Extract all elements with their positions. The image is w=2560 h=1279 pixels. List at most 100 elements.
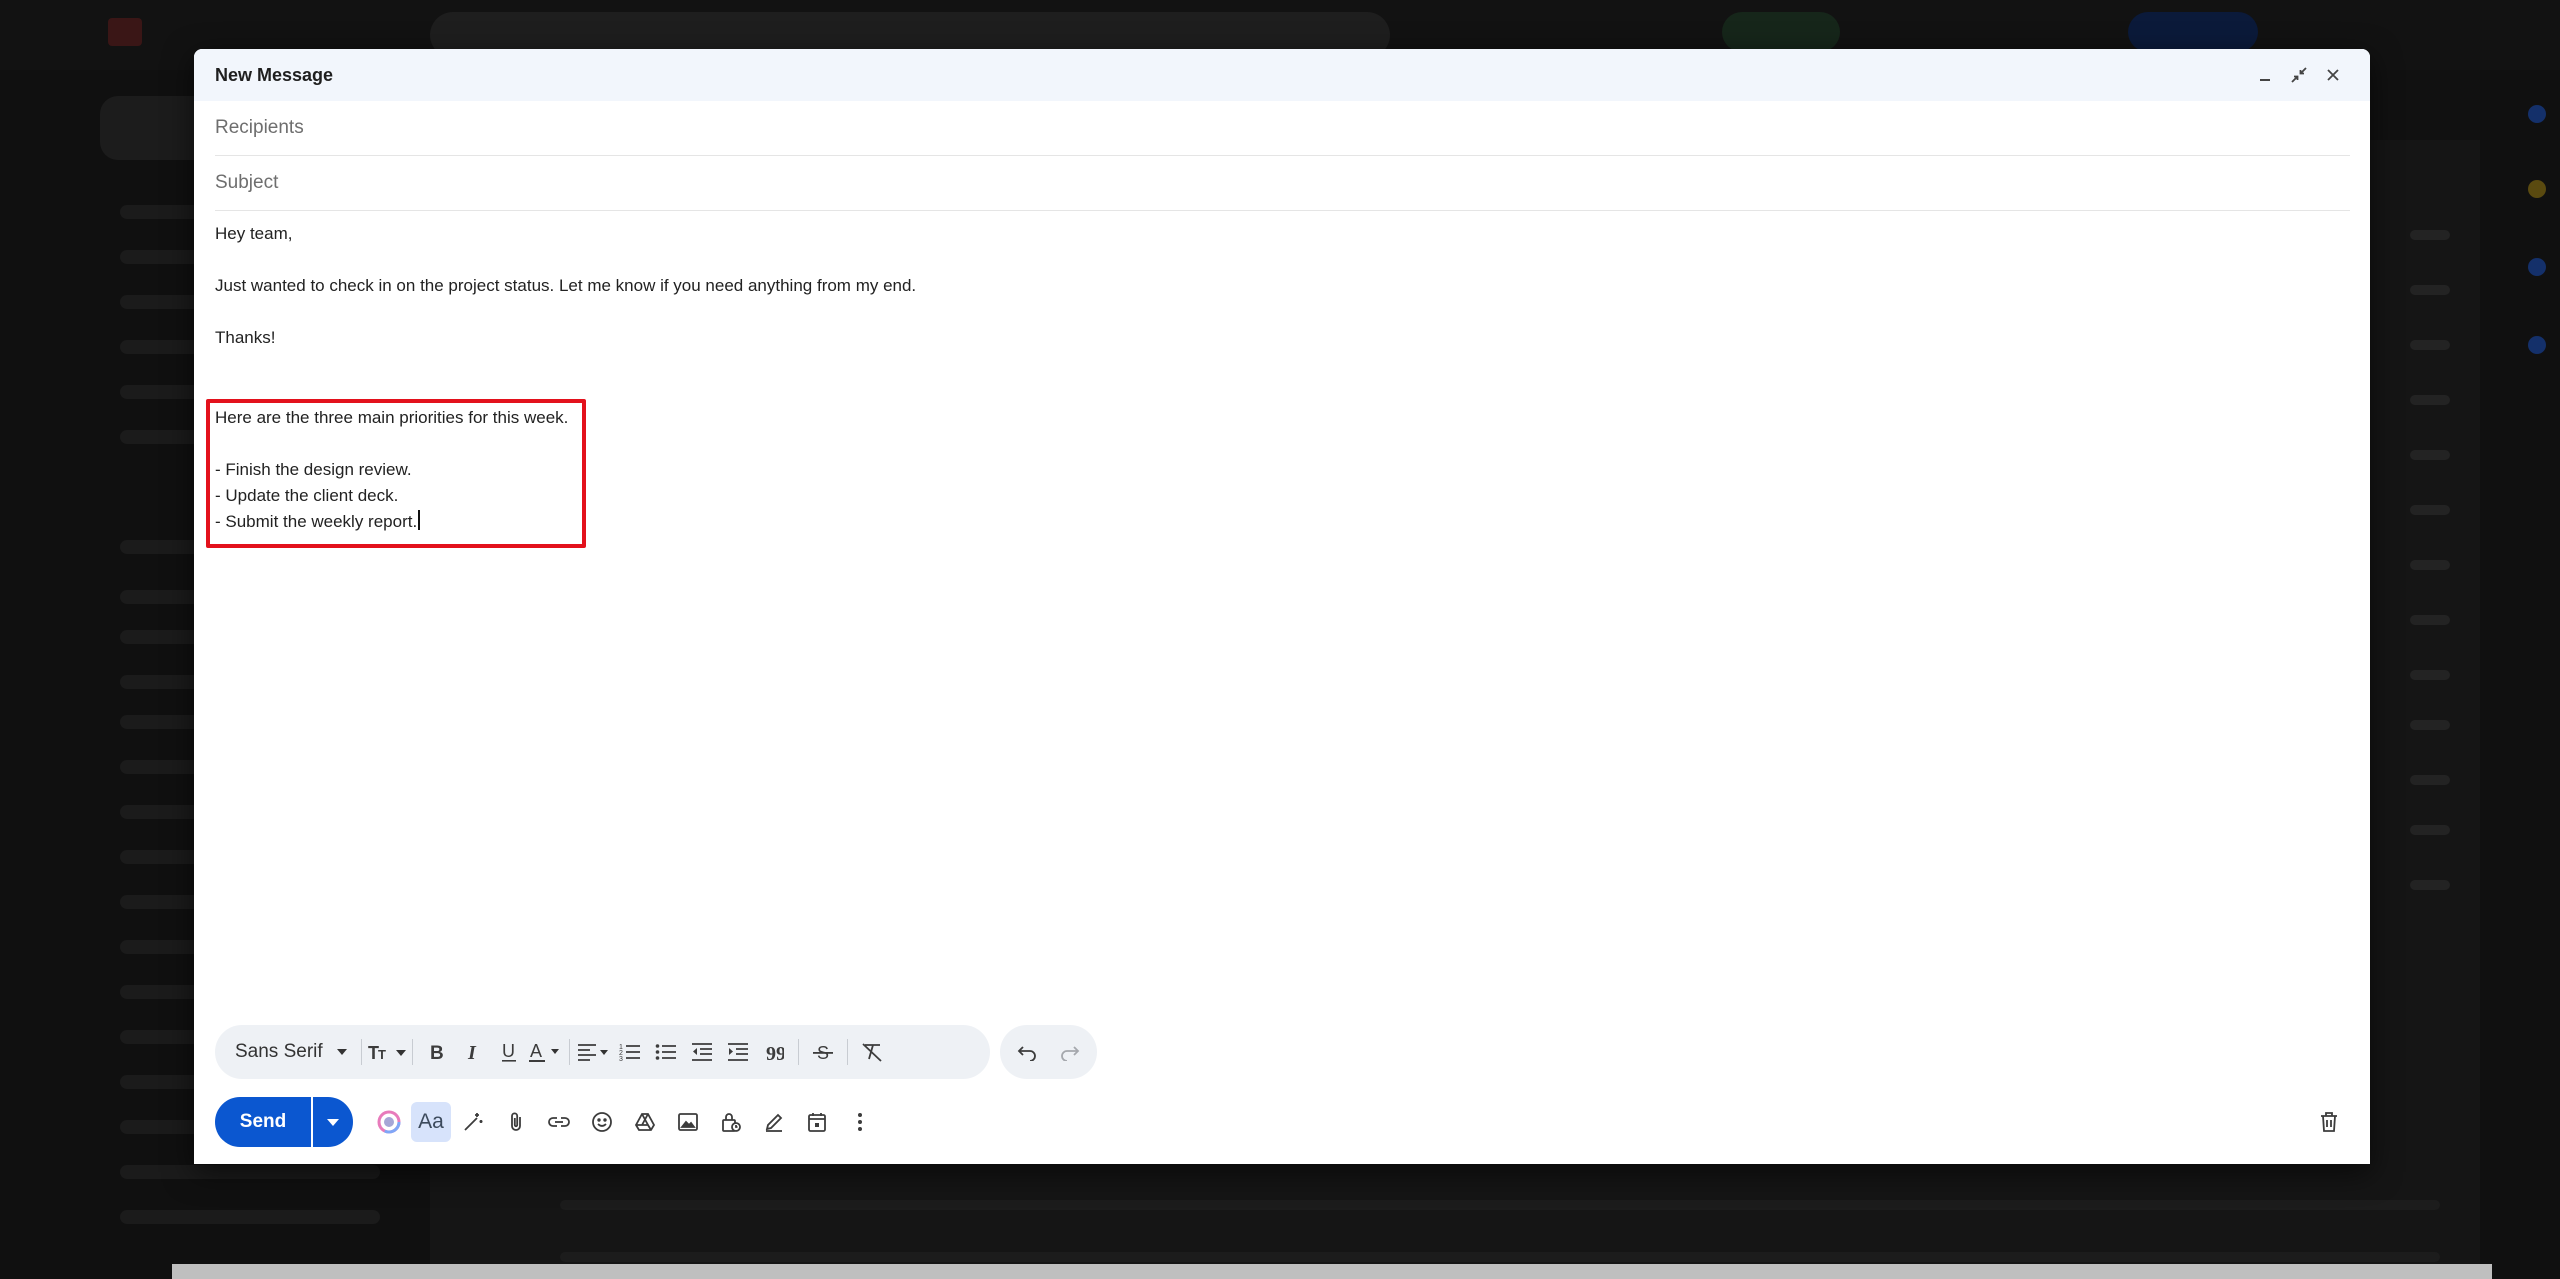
help-me-write-button[interactable]	[452, 1101, 494, 1143]
mail-row-date	[2410, 285, 2450, 295]
bold-icon: B	[430, 1043, 444, 1062]
align-button[interactable]	[576, 1033, 612, 1071]
indent-more-icon	[727, 1043, 748, 1061]
bold-button[interactable]: B	[419, 1033, 455, 1071]
font-select[interactable]: Sans Serif	[235, 1033, 355, 1071]
mail-row-date	[2410, 560, 2450, 570]
send-options-button[interactable]	[313, 1097, 353, 1147]
calendar-icon	[808, 1113, 826, 1132]
undo-icon	[1017, 1046, 1037, 1061]
insert-photo-button[interactable]	[667, 1101, 709, 1143]
mail-row-date	[2410, 505, 2450, 515]
nav-row	[120, 1165, 380, 1179]
formatting-toolbar: Sans Serif T T B I U A 1 2 3 99 S	[215, 1025, 990, 1079]
align-left-icon	[577, 1044, 608, 1061]
svg-text:U: U	[502, 1041, 515, 1061]
caret-down-icon	[336, 1049, 347, 1055]
gmail-status-chip	[1722, 12, 1840, 52]
svg-text:I: I	[467, 1042, 477, 1062]
quote-button[interactable]: 99	[756, 1033, 792, 1071]
underline-icon: U	[501, 1041, 516, 1062]
gmail-side-panel	[2480, 70, 2560, 1279]
svg-text:A: A	[530, 1041, 542, 1061]
font-size-button[interactable]: T T	[368, 1033, 406, 1071]
discard-draft-button[interactable]	[2308, 1101, 2350, 1143]
mail-row-date	[2410, 615, 2450, 625]
subject-input[interactable]	[215, 172, 2350, 194]
lock-clock-icon	[722, 1113, 741, 1132]
italic-icon: I	[467, 1042, 477, 1062]
close-icon[interactable]	[2316, 58, 2350, 92]
gmail-logo-icon	[108, 18, 142, 46]
mail-row-date	[2410, 720, 2450, 730]
gmail-app-rail	[0, 70, 90, 1279]
svg-text:T: T	[378, 1047, 386, 1062]
body-line: Just wanted to check in on the project s…	[215, 276, 917, 295]
mail-row	[560, 1252, 2440, 1262]
insert-signature-button[interactable]	[753, 1101, 795, 1143]
font-select-label: Sans Serif	[235, 1041, 323, 1062]
set-up-time-button[interactable]	[796, 1101, 838, 1143]
insert-drive-button[interactable]	[624, 1101, 666, 1143]
remove-formatting-icon	[862, 1043, 882, 1062]
italic-button[interactable]: I	[455, 1033, 491, 1071]
bulleted-list-icon	[655, 1044, 676, 1060]
insert-emoji-button[interactable]	[581, 1101, 623, 1143]
more-options-button[interactable]	[839, 1101, 881, 1143]
gmail-upgrade-button	[2128, 12, 2258, 52]
keep-icon	[2528, 180, 2546, 198]
indent-more-button[interactable]	[720, 1033, 756, 1071]
mail-row-date	[2410, 880, 2450, 890]
paperclip-icon	[511, 1112, 521, 1131]
remove-formatting-button[interactable]	[854, 1033, 890, 1071]
bulleted-list-button[interactable]	[648, 1033, 684, 1071]
pen-icon	[765, 1113, 783, 1132]
recipients-field[interactable]	[215, 101, 2350, 156]
mail-row-date	[2410, 825, 2450, 835]
text-color-icon: A	[528, 1041, 559, 1062]
trash-icon	[2321, 1112, 2337, 1132]
mail-row-date	[2410, 230, 2450, 240]
calendar-icon	[2528, 105, 2546, 123]
nav-row	[120, 1210, 380, 1224]
indent-less-button[interactable]	[684, 1033, 720, 1071]
insert-link-button[interactable]	[538, 1101, 580, 1143]
attach-files-button[interactable]	[495, 1101, 537, 1143]
gemini-button[interactable]	[368, 1101, 410, 1143]
mail-row-date	[2410, 670, 2450, 680]
redo-icon	[1060, 1046, 1080, 1061]
mail-row	[560, 1200, 2440, 1210]
compose-header: New Message	[194, 49, 2370, 101]
subject-field[interactable]	[215, 156, 2350, 211]
photo-icon	[678, 1113, 698, 1131]
numbered-list-icon: 1 2 3	[619, 1044, 640, 1062]
redo-button[interactable]	[1051, 1033, 1087, 1071]
body-line: Thanks!	[215, 328, 276, 347]
text-color-button[interactable]: A	[527, 1033, 563, 1071]
confidential-mode-button[interactable]	[710, 1101, 752, 1143]
quote-icon: 99	[766, 1043, 784, 1062]
contacts-icon	[2528, 336, 2546, 354]
send-group: Send	[215, 1097, 353, 1147]
underline-button[interactable]: U	[491, 1033, 527, 1071]
drive-icon	[634, 1113, 656, 1131]
send-button[interactable]: Send	[215, 1097, 311, 1147]
exit-fullscreen-icon[interactable]	[2282, 58, 2316, 92]
minimize-icon[interactable]	[2248, 58, 2282, 92]
highlight-box	[206, 399, 586, 548]
formatting-options-button[interactable]: Aa	[411, 1102, 451, 1142]
compose-window: New Message Hey team, Just wanted to che…	[194, 49, 2370, 1164]
strikethrough-button[interactable]: S	[805, 1033, 841, 1071]
mail-row-date	[2410, 395, 2450, 405]
recipients-input[interactable]	[215, 117, 2350, 139]
tasks-icon	[2528, 258, 2546, 276]
svg-text:3: 3	[619, 1056, 623, 1062]
emoji-icon	[592, 1112, 612, 1132]
compose-title: New Message	[215, 64, 334, 85]
numbered-list-button[interactable]: 1 2 3	[612, 1033, 648, 1071]
text-size-icon: T T	[368, 1043, 406, 1062]
undo-button[interactable]	[1010, 1033, 1046, 1071]
background-bottom-strip	[172, 1264, 2492, 1279]
strikethrough-icon: S	[812, 1043, 833, 1062]
body-line: Hey team,	[215, 224, 293, 243]
